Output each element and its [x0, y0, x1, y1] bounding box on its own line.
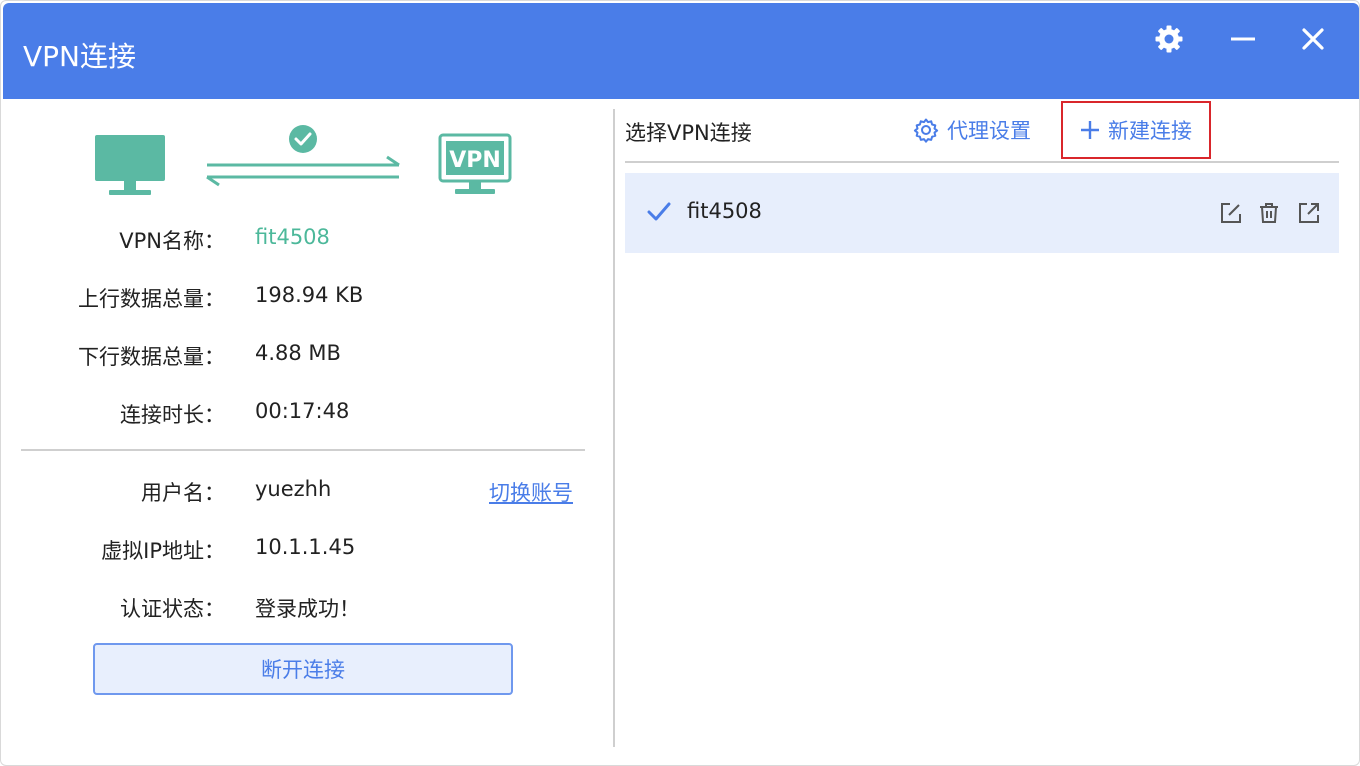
gear-icon	[1155, 25, 1183, 53]
virtual-ip-row: 虚拟IP地址： 10.1.1.45	[1, 535, 613, 565]
switch-account-link[interactable]: 切换账号	[489, 477, 573, 507]
connection-name: fit4508	[687, 199, 762, 223]
username-value: yuezhh	[255, 477, 332, 501]
header-divider	[625, 161, 1339, 163]
download-total-value: 4.88 MB	[255, 341, 341, 365]
connection-status-panel: VPN VPN名称： fit4508 上行数据总量： 198.94 KB 下行数…	[1, 99, 613, 765]
external-link-icon[interactable]	[1297, 201, 1321, 225]
close-button[interactable]	[1291, 19, 1335, 59]
section-divider	[21, 449, 585, 451]
connection-arrows-icon	[206, 155, 400, 187]
disconnect-button[interactable]: 断开连接	[93, 643, 513, 695]
duration-row: 连接时长： 00:17:48	[1, 399, 613, 429]
minimize-button[interactable]	[1221, 19, 1265, 59]
window-title: VPN连接	[23, 40, 136, 73]
virtual-ip-value: 10.1.1.45	[255, 535, 356, 559]
connection-list-item[interactable]: fit4508	[625, 173, 1339, 253]
monitor-icon	[95, 135, 165, 195]
plus-icon	[1081, 121, 1099, 139]
vpn-select-panel: 选择VPN连接 代理设置 新建连接 fit4508	[615, 99, 1359, 765]
upload-total-row: 上行数据总量： 198.94 KB	[1, 283, 613, 313]
new-connection-label: 新建连接	[1108, 119, 1192, 143]
connection-status-graphic: VPN	[95, 125, 512, 195]
proxy-settings-button[interactable]: 代理设置	[913, 115, 1031, 145]
download-total-label: 下行数据总量：	[78, 345, 225, 369]
username-label: 用户名：	[141, 481, 225, 505]
auth-status-value: 登录成功！	[255, 597, 360, 621]
upload-total-label: 上行数据总量：	[78, 287, 225, 311]
proxy-settings-label: 代理设置	[947, 119, 1031, 143]
download-total-row: 下行数据总量： 4.88 MB	[1, 341, 613, 371]
gear-outline-icon	[913, 118, 939, 143]
vpn-name-value: fit4508	[255, 225, 330, 249]
select-vpn-label: 选择VPN连接	[625, 121, 752, 145]
vpn-badge-text: VPN	[449, 148, 501, 173]
auth-status-row: 认证状态： 登录成功！	[1, 593, 613, 623]
vpn-name-row: VPN名称： fit4508	[1, 225, 613, 255]
duration-value: 00:17:48	[255, 399, 350, 423]
checkmark-icon	[647, 202, 671, 221]
new-connection-button[interactable]: 新建连接	[1061, 101, 1211, 159]
vpn-name-label: VPN名称：	[119, 229, 225, 253]
upload-total-value: 198.94 KB	[255, 283, 364, 307]
trash-icon[interactable]	[1257, 201, 1281, 225]
close-icon	[1302, 28, 1324, 50]
vpn-window: VPN连接 VPN VPN名称： fit4508 上行数据总量： 198.94 …	[0, 0, 1360, 766]
check-circle-icon	[289, 125, 317, 153]
title-bar: VPN连接	[3, 3, 1359, 99]
vpn-monitor-icon: VPN	[438, 133, 512, 194]
minimize-icon	[1231, 37, 1255, 41]
username-row: 用户名： yuezhh 切换账号	[1, 477, 613, 507]
settings-button[interactable]	[1147, 19, 1191, 59]
edit-icon[interactable]	[1219, 201, 1243, 225]
duration-label: 连接时长：	[120, 403, 225, 427]
auth-status-label: 认证状态：	[120, 597, 225, 621]
virtual-ip-label: 虚拟IP地址：	[101, 539, 225, 563]
